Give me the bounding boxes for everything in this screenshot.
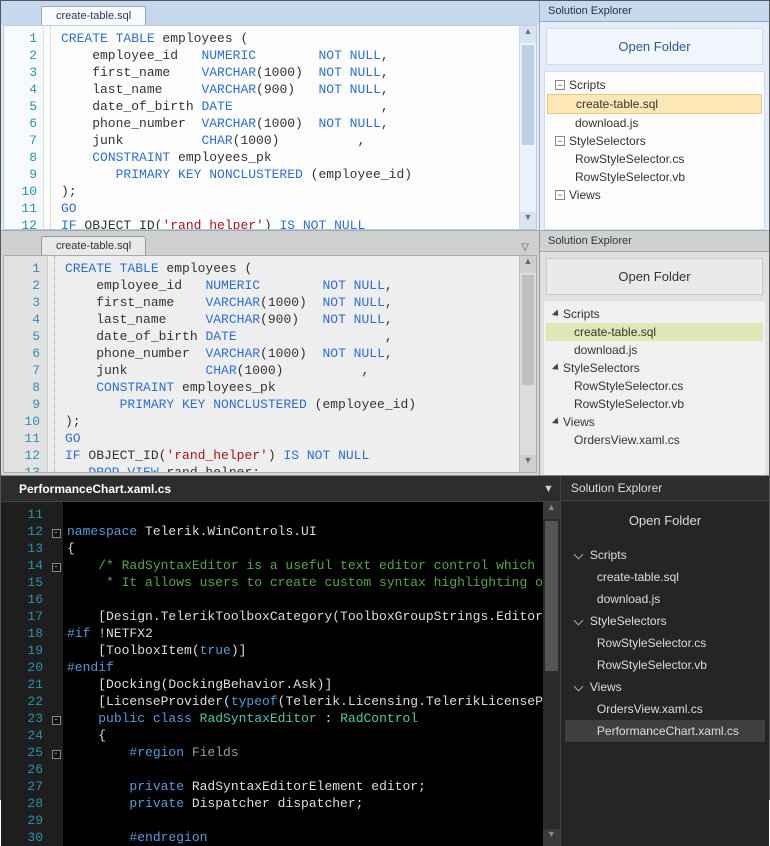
chevron-down-icon[interactable]	[552, 417, 561, 426]
vertical-scrollbar[interactable]: ▲▼	[543, 502, 560, 846]
tree-file[interactable]: create-table.sql	[565, 566, 765, 588]
tree-folder-styleselectors[interactable]: StyleSelectors	[565, 610, 765, 632]
file-tree[interactable]: −Scripts create-table.sql download.js −S…	[544, 71, 765, 230]
chevron-down-icon[interactable]	[573, 681, 583, 691]
tab-dropdown-icon[interactable]: ▽	[515, 240, 535, 255]
fold-gutter: - - - -	[49, 502, 63, 846]
editor-tab[interactable]: create-table.sql	[41, 236, 146, 255]
tree-file[interactable]: download.js	[546, 341, 763, 359]
vertical-scrollbar[interactable]: ▲▼	[519, 26, 536, 229]
tree-file[interactable]: RowStyleSelector.vb	[565, 654, 765, 676]
open-folder-button[interactable]: Open Folder	[561, 501, 769, 540]
chevron-down-icon[interactable]	[552, 309, 561, 318]
theme-light-panel: create-table.sql 123456789101112 CREATE …	[1, 1, 769, 231]
tree-folder-scripts[interactable]: Scripts	[546, 305, 763, 323]
tree-file[interactable]: download.js	[565, 588, 765, 610]
line-gutter: 1112131415161718192021222324252627282930	[1, 502, 49, 846]
tree-folder-views[interactable]: Views	[546, 413, 763, 431]
fold-icon[interactable]: -	[52, 563, 61, 572]
tree-folder-scripts[interactable]: −Scripts	[547, 76, 762, 94]
tree-folder-views[interactable]: Views	[565, 676, 765, 698]
scroll-up-icon[interactable]: ▲	[520, 26, 536, 43]
vertical-scrollbar[interactable]: ▲▼	[519, 256, 536, 472]
tree-file[interactable]: RowStyleSelector.cs	[546, 377, 763, 395]
panel-title: Solution Explorer	[561, 476, 769, 501]
code-text[interactable]: CREATE TABLE employees ( employee_id NUM…	[54, 256, 519, 472]
solution-explorer: Solution Explorer Open Folder −Scripts c…	[539, 1, 769, 230]
tree-folder-views[interactable]: −Views	[547, 186, 762, 204]
tab-bar: create-table.sql ▽	[1, 231, 539, 255]
scroll-thumb[interactable]	[545, 521, 558, 671]
tree-file[interactable]: OrdersView.xaml.cs	[565, 698, 765, 720]
editor-tab[interactable]: create-table.sql	[41, 6, 146, 25]
code-area[interactable]: 12345678910111213 CREATE TABLE employees…	[3, 255, 537, 473]
file-tree[interactable]: Scripts create-table.sql download.js Sty…	[561, 540, 769, 846]
line-gutter: 12345678910111213	[4, 256, 48, 472]
editor-tab[interactable]: PerformanceChart.xaml.cs	[9, 478, 181, 500]
editor-column: create-table.sql ▽ 12345678910111213 CRE…	[1, 231, 539, 475]
code-text[interactable]: CREATE TABLE employees ( employee_id NUM…	[50, 26, 519, 229]
scroll-down-icon[interactable]: ▼	[543, 829, 560, 846]
tree-file[interactable]: OrdersView.xaml.cs	[546, 431, 763, 449]
panel-title: Solution Explorer	[540, 1, 769, 22]
editor-column: create-table.sql 123456789101112 CREATE …	[1, 1, 539, 230]
tree-file[interactable]: create-table.sql	[546, 323, 763, 341]
collapse-icon[interactable]: −	[555, 80, 565, 90]
scroll-thumb[interactable]	[522, 45, 534, 145]
tree-file[interactable]: RowStyleSelector.vb	[547, 168, 762, 186]
code-area[interactable]: 123456789101112 CREATE TABLE employees (…	[3, 25, 537, 230]
file-tree[interactable]: Scripts create-table.sql download.js Sty…	[544, 301, 765, 475]
tree-folder-styleselectors[interactable]: StyleSelectors	[546, 359, 763, 377]
solution-explorer: Solution Explorer Open Folder Scripts cr…	[560, 476, 769, 846]
collapse-icon[interactable]: −	[555, 136, 565, 146]
collapse-icon[interactable]: −	[555, 190, 565, 200]
scroll-thumb[interactable]	[522, 275, 534, 385]
panel-title: Solution Explorer	[540, 231, 769, 252]
tree-folder-scripts[interactable]: Scripts	[565, 544, 765, 566]
fold-icon[interactable]: -	[52, 529, 61, 538]
editor-column: PerformanceChart.xaml.cs ▼ 1112131415161…	[1, 476, 560, 846]
line-gutter: 123456789101112	[4, 26, 44, 229]
theme-grey-panel: create-table.sql ▽ 12345678910111213 CRE…	[1, 231, 769, 476]
chevron-down-icon[interactable]	[573, 549, 583, 559]
tree-file[interactable]: RowStyleSelector.vb	[546, 395, 763, 413]
tab-bar: create-table.sql	[1, 1, 539, 25]
open-folder-button[interactable]: Open Folder	[546, 28, 763, 65]
open-folder-button[interactable]: Open Folder	[546, 258, 763, 295]
chevron-down-icon[interactable]	[552, 363, 561, 372]
code-text[interactable]: namespace Telerik.WinControls.UI{ /* Rad…	[63, 502, 543, 846]
scroll-down-icon[interactable]: ▼	[520, 212, 536, 229]
solution-explorer: Solution Explorer Open Folder Scripts cr…	[539, 231, 769, 475]
chevron-down-icon[interactable]	[573, 615, 583, 625]
tree-file[interactable]: create-table.sql	[547, 94, 762, 114]
tree-file[interactable]: PerformanceChart.xaml.cs	[565, 720, 765, 742]
code-area[interactable]: 1112131415161718192021222324252627282930…	[1, 502, 560, 846]
fold-icon[interactable]: -	[52, 716, 61, 725]
scroll-up-icon[interactable]: ▲	[520, 256, 536, 273]
tab-dropdown-icon[interactable]: ▼	[543, 483, 554, 495]
tree-file[interactable]: RowStyleSelector.cs	[565, 632, 765, 654]
scroll-down-icon[interactable]: ▼	[520, 455, 536, 472]
tree-folder-styleselectors[interactable]: −StyleSelectors	[547, 132, 762, 150]
scroll-up-icon[interactable]: ▲	[543, 502, 560, 519]
fold-icon[interactable]: -	[52, 750, 61, 759]
tab-bar: PerformanceChart.xaml.cs ▼	[1, 476, 560, 502]
tree-file[interactable]: download.js	[547, 114, 762, 132]
theme-dark-panel: PerformanceChart.xaml.cs ▼ 1112131415161…	[1, 476, 769, 846]
tree-file[interactable]: RowStyleSelector.cs	[547, 150, 762, 168]
